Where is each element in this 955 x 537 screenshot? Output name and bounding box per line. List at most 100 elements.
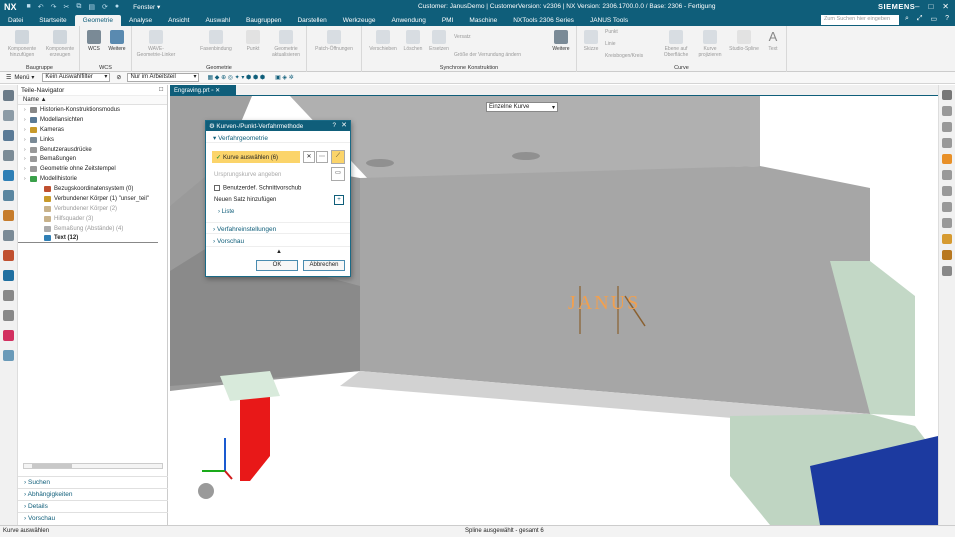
curve-icon[interactable]: ⟋	[331, 150, 345, 164]
arc-circle-button[interactable]: Kreisbogen/Kreis	[605, 53, 657, 59]
flower-icon[interactable]	[3, 330, 14, 341]
roles-icon[interactable]	[3, 270, 14, 281]
engraving-face[interactable]	[360, 166, 870, 414]
offset-button[interactable]: Versatz	[454, 34, 484, 40]
dialog-close-icon[interactable]: ✕	[341, 121, 347, 129]
scope-select[interactable]: Nur im Arbeitsteil ▾	[127, 73, 200, 82]
wcs-button[interactable]: WCS	[84, 30, 104, 52]
panel-preview[interactable]: › Vorschau	[18, 512, 168, 524]
type-filter-select[interactable]: Kein Auswahlfilter ▾	[42, 73, 111, 82]
tree-item[interactable]: › Kameras	[18, 125, 167, 135]
save-icon[interactable]: ■	[27, 3, 31, 11]
tool-icon[interactable]	[942, 90, 952, 100]
tree-item[interactable]: › Modellhistorie	[18, 174, 167, 184]
navigate-icon[interactable]	[942, 106, 952, 116]
tree-item[interactable]: Bemaßung (Abstände) (4)	[18, 224, 167, 234]
fullscreen-icon[interactable]: ⤢	[917, 15, 923, 23]
mic-icon[interactable]: ●	[115, 3, 119, 11]
menu-tab-baugruppen[interactable]: Baugruppen	[238, 15, 289, 26]
menu-tab-analyse[interactable]: Analyse	[121, 15, 160, 26]
studio-spline-button[interactable]: Studio-Spline	[727, 30, 761, 52]
menu-tab-maschine[interactable]: Maschine	[461, 15, 505, 26]
curve-rule-select[interactable]: Einzelne Kurve ▾	[486, 102, 558, 112]
process-icon[interactable]	[3, 310, 14, 321]
ok-button[interactable]: OK	[256, 260, 298, 271]
curve-point-button[interactable]: Punkt	[605, 29, 629, 35]
tree-item[interactable]: Verbundener Körper (1) "unser_teil"	[18, 194, 167, 204]
horizontal-scrollbar[interactable]	[23, 463, 163, 469]
view-icons[interactable]: ▣ ◈ ✲	[275, 74, 294, 81]
update-geometry-button[interactable]: Geometrie aktualisieren	[268, 30, 304, 58]
user-offset-checkbox[interactable]: Benutzerdef. Schnittvorschub	[214, 185, 301, 192]
panel-dependencies[interactable]: › Abhängigkeiten	[18, 488, 168, 500]
command-search-input[interactable]: Zum Suchen hier eingeben	[821, 15, 899, 25]
history-icon[interactable]	[3, 250, 14, 261]
dialog-gear-icon[interactable]: ⚙	[209, 123, 215, 130]
section-drive-geometry[interactable]: ▾ Verfahrgeometrie	[206, 131, 350, 143]
panel-search[interactable]: › Suchen	[18, 476, 168, 488]
menu-tab-geometrie[interactable]: Geometrie	[74, 15, 122, 26]
settings-icon[interactable]	[3, 90, 14, 101]
move-button[interactable]: Verschieben	[366, 30, 400, 52]
wave-linker-button[interactable]: WAVE-Geometrie-Linker	[136, 30, 176, 58]
hide-icon[interactable]	[942, 122, 952, 132]
line-button[interactable]: Linie	[605, 41, 629, 47]
section-preview[interactable]: › Vorschau	[206, 235, 350, 247]
selection-list-icon[interactable]: ⋯	[316, 151, 328, 163]
edge-icon[interactable]	[942, 218, 952, 228]
repeat-icon[interactable]: ⟳	[102, 3, 108, 11]
tree-item[interactable]: Text (12)	[18, 234, 158, 244]
close-icon[interactable]: ✕	[942, 2, 949, 11]
menu-button[interactable]: Menü	[14, 75, 29, 81]
help-icon[interactable]: ?	[332, 122, 336, 129]
list-toggle[interactable]: › Liste	[218, 209, 234, 215]
point-button[interactable]: Punkt	[240, 30, 266, 52]
fasenbindung-button[interactable]: Fasenbindung	[198, 30, 234, 52]
tree-item[interactable]: › Links	[18, 135, 167, 145]
search-icon[interactable]: ⌕	[905, 15, 909, 23]
resize-blend-button[interactable]: Größe der Verrundung ändern	[454, 52, 550, 58]
wcs-more-button[interactable]: Weitere	[106, 30, 128, 52]
create-component-button[interactable]: Komponente erzeugen	[42, 30, 78, 58]
tree-item[interactable]: › Modellansichten	[18, 115, 167, 125]
play-icon[interactable]	[942, 202, 952, 212]
fixture-icon[interactable]	[942, 266, 952, 276]
snap-icon[interactable]	[942, 186, 952, 196]
sync-more-button[interactable]: Weitere	[548, 30, 574, 52]
machine-tool-icon[interactable]	[3, 190, 14, 201]
panel-details[interactable]: › Details	[18, 500, 168, 512]
menu-tab-darstellen[interactable]: Darstellen	[289, 15, 334, 26]
minimize-icon[interactable]: –	[915, 2, 919, 11]
add-component-button[interactable]: Komponente hinzufügen	[4, 30, 40, 58]
measure-icon[interactable]	[942, 170, 952, 180]
engraved-text[interactable]: JANUS	[568, 292, 640, 315]
tool-holder-icon[interactable]	[942, 250, 952, 260]
tree-item[interactable]: › Geometrie ohne Zeitstempel	[18, 164, 167, 174]
text-button[interactable]: A Text	[763, 30, 783, 53]
filter-icon[interactable]: ⊘	[116, 74, 121, 81]
menu-tab-startseite[interactable]: Startseite	[31, 15, 74, 26]
collapse-icon[interactable]: ▲	[276, 249, 282, 255]
select-curve-row[interactable]: ✓ Kurve auswählen (6)	[212, 151, 300, 163]
menu-tab-datei[interactable]: Datei	[0, 15, 31, 26]
assembly-navigator-icon[interactable]	[3, 110, 14, 121]
tree-item[interactable]: › Historien-Konstruktionsmodus	[18, 105, 167, 115]
copy-icon[interactable]: ⧉	[76, 3, 81, 11]
reuse-library-icon[interactable]	[3, 210, 14, 221]
menu-tab-ansicht[interactable]: Ansicht	[160, 15, 197, 26]
machine-icon[interactable]	[942, 234, 952, 244]
paste-icon[interactable]: ▤	[88, 3, 95, 11]
checkbox[interactable]	[214, 185, 220, 191]
menu-tab-anwendung[interactable]: Anwendung	[384, 15, 434, 26]
menu-tab-pmi[interactable]: PMI	[434, 15, 462, 26]
menu-tab-janus-tools[interactable]: JANUS Tools	[582, 15, 636, 26]
delete-button[interactable]: Löschen	[400, 30, 426, 52]
constraint-navigator-icon[interactable]	[3, 150, 14, 161]
tab-engraving[interactable]: Engraving.prt ▫ ✕	[170, 85, 236, 96]
tree-item[interactable]: Hilfsquader (3)	[18, 214, 167, 224]
cut-icon[interactable]: ✂	[64, 3, 70, 11]
add-set-icon[interactable]: +	[334, 195, 344, 205]
menu-icon[interactable]: ☰	[6, 74, 11, 81]
undo-icon[interactable]: ↶	[38, 3, 44, 11]
dialog-title-bar[interactable]: ⚙ Kurven-/Punkt-Verfahrmethode ? ✕	[206, 121, 350, 131]
